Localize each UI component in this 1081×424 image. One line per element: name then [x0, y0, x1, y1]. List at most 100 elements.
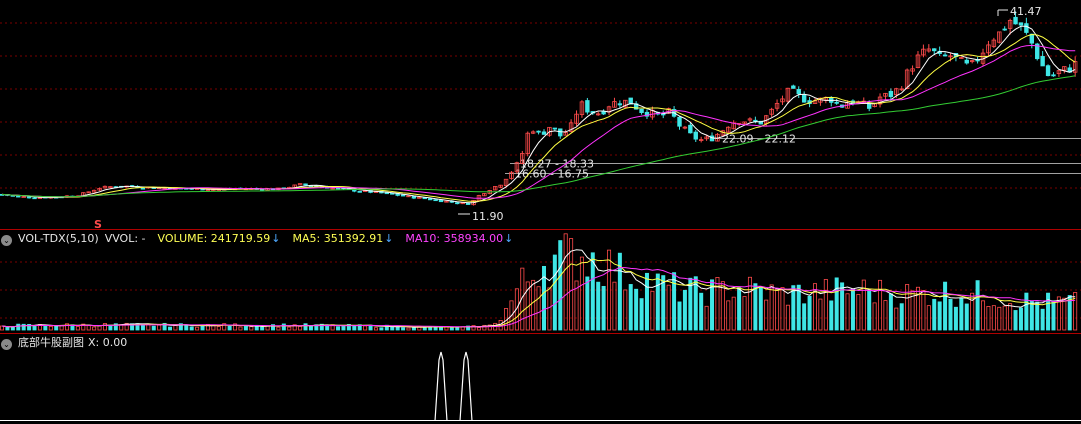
- volume-bar: [189, 326, 194, 331]
- volume-bar: [699, 292, 704, 331]
- volume-bar: [298, 326, 303, 331]
- volume-bar: [411, 327, 416, 331]
- volume-bar: [731, 296, 736, 331]
- volume-bar: [677, 301, 682, 331]
- volume-bar: [899, 303, 904, 331]
- volume-bar: [363, 325, 368, 331]
- volume-bar: [807, 295, 812, 331]
- candle-body: [140, 187, 146, 190]
- candle-body: [1029, 33, 1034, 44]
- volume-bar: [655, 273, 660, 331]
- volume-bar: [352, 325, 357, 331]
- volume-bar: [932, 298, 937, 331]
- candle-body: [1051, 74, 1056, 77]
- volume-bar: [758, 286, 763, 331]
- volume-bar: [1051, 300, 1056, 331]
- volume-bar: [325, 325, 330, 331]
- volume-bar: [10, 326, 15, 331]
- volume-bar: [682, 289, 687, 331]
- x-value: X: 0.00: [88, 336, 128, 349]
- volume-bar: [737, 287, 742, 331]
- candle-body: [888, 90, 894, 98]
- volume-bar: [791, 285, 796, 331]
- candle-body: [433, 199, 438, 202]
- sub-indicator-name[interactable]: 底部牛股副图: [18, 336, 84, 349]
- volume-bar: [726, 300, 731, 331]
- candle-body: [617, 103, 623, 106]
- volume-bar: [227, 325, 232, 331]
- volume-bar: [563, 233, 568, 331]
- volume-bar: [672, 272, 677, 331]
- signal-spike: [434, 351, 448, 422]
- volume-bar: [238, 326, 243, 331]
- candle-body: [1002, 28, 1007, 31]
- chevron-down-icon[interactable]: ⌄: [1, 339, 12, 350]
- volume-bar: [558, 240, 563, 331]
- volume-bar: [1040, 308, 1045, 331]
- volume-bar: [5, 326, 10, 331]
- level-label: 22.09 - 22.12: [722, 133, 796, 146]
- volume-bar: [601, 285, 606, 331]
- volume-bar: [905, 284, 910, 331]
- volume-bar: [981, 300, 986, 331]
- volume-bar: [894, 307, 899, 331]
- volume-bar: [666, 284, 671, 331]
- volume-bar: [97, 325, 102, 331]
- volume-bar: [715, 276, 720, 331]
- volume-bar: [823, 279, 828, 331]
- volume-bar: [867, 290, 872, 331]
- ma5-value: MA5: 351392.91: [292, 232, 384, 245]
- volume-bar: [1018, 307, 1023, 331]
- volume-bar: [308, 325, 313, 331]
- volume-bar: [379, 327, 384, 331]
- volume-bar: [542, 265, 547, 331]
- ma10-value: MA10: 358934.00: [405, 232, 504, 245]
- candle-body: [932, 48, 937, 52]
- candle-body: [303, 183, 308, 186]
- candle-body: [834, 101, 839, 104]
- volume-bar: [373, 327, 378, 331]
- volume-bar: [276, 326, 281, 331]
- volume-bar: [151, 325, 156, 331]
- volume-bar: [596, 281, 601, 331]
- volume-bar: [531, 279, 536, 331]
- stock-chart: 22.09 - 22.1218.27 - 18.3316.60 - 16.75 …: [0, 5, 1081, 422]
- volume-bar: [775, 288, 780, 331]
- volume-bar: [628, 284, 633, 331]
- chevron-down-icon[interactable]: ⌄: [1, 235, 12, 246]
- vol-indicator-name[interactable]: VOL-TDX(5,10): [18, 232, 99, 245]
- candle-body: [1024, 23, 1029, 33]
- volume-bar: [780, 287, 785, 331]
- low-price-label: 11.90: [472, 210, 504, 223]
- candle-body: [801, 94, 807, 103]
- candle-body: [400, 194, 406, 197]
- candle-body: [796, 89, 801, 95]
- candle-body: [455, 202, 460, 205]
- volume-bar: [764, 299, 769, 331]
- volume-bar: [845, 293, 850, 331]
- volume-bar: [54, 325, 59, 331]
- volume-bar: [856, 294, 861, 331]
- volume-bar: [720, 281, 725, 331]
- volume-bar: [390, 326, 395, 331]
- volume-bar: [102, 323, 107, 331]
- volume-bar: [953, 306, 958, 331]
- volume-bar: [991, 305, 996, 331]
- volume-bar: [585, 276, 590, 331]
- volume-bar: [195, 326, 200, 331]
- candle-body: [552, 127, 558, 130]
- volume-bar: [43, 325, 48, 331]
- candle-body: [942, 54, 948, 57]
- volume-bar: [948, 298, 953, 331]
- volume-bar: [612, 281, 617, 331]
- volume-bar: [552, 254, 557, 331]
- volume-bar: [336, 326, 341, 331]
- volume-bar: [281, 323, 286, 331]
- volume-bar: [883, 300, 888, 331]
- candle-body: [541, 131, 547, 135]
- volume-bar: [617, 252, 622, 331]
- volume-bar: [1024, 292, 1029, 331]
- candle-body: [601, 111, 606, 115]
- down-arrow-icon: ↓: [504, 232, 514, 245]
- candle-body: [558, 128, 563, 137]
